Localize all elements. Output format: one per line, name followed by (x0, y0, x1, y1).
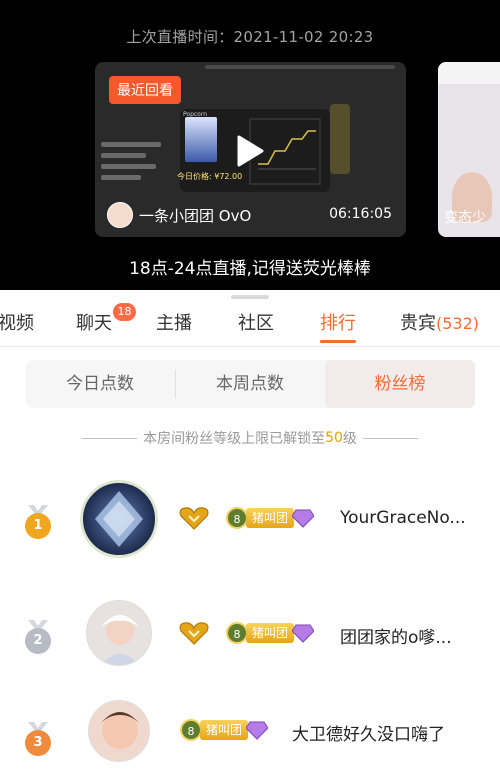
last-live-time: 上次直播时间：2021-11-02 20:23 (126, 28, 374, 46)
vip-count: (532) (436, 314, 480, 333)
active-tab-indicator (320, 340, 356, 343)
rank-number: 3 (25, 730, 51, 756)
fan-level-note: 本房间粉丝等级上限已解锁至 50 级 (0, 428, 500, 448)
tab-bar: 视频 聊天 主播 社区 排行 贵宾(532) (0, 300, 500, 347)
user-avatar[interactable] (80, 480, 158, 558)
stream-sticker (330, 104, 350, 174)
stream-sidebar-text (101, 142, 171, 202)
divider-left (82, 437, 138, 439)
card2-author-name: 变态少 (444, 210, 486, 226)
chat-unread-badge: 18 (113, 303, 136, 321)
ranking-segment: 今日点数 本周点数 粉丝榜 (25, 360, 475, 408)
tab-vip[interactable]: 贵宾(532) (400, 309, 479, 335)
author-avatar (107, 202, 133, 228)
diamond-icon (246, 721, 269, 740)
vip-heart-icon (179, 507, 209, 530)
user-name[interactable]: YourGraceNo... (340, 508, 466, 528)
user-name[interactable]: 大卫德好久没口嗨了 (292, 720, 445, 745)
fan-note-suffix: 级 (342, 431, 357, 447)
rank-row-2[interactable]: 2 8 猪叫团 团团家的o嗲... (0, 590, 500, 680)
segment-fans[interactable]: 粉丝榜 (325, 360, 475, 408)
fan-club-badge: 8 猪叫团 (226, 621, 315, 645)
author-name: 一条小团团 OvO (139, 206, 252, 225)
fan-badge-level: 8 (226, 622, 248, 644)
fan-badge-name: 猪叫团 (200, 720, 249, 740)
tab-community[interactable]: 社区 (238, 309, 274, 335)
fan-note-level: 50 (325, 430, 343, 446)
fan-badge-name: 猪叫团 (246, 623, 295, 643)
recent-replay-badge: 最近回看 (109, 76, 181, 104)
rank-row-3[interactable]: 3 8 猪叫团 大卫德好久没口嗨了 (0, 690, 500, 780)
fan-club-badge: 8 猪叫团 (226, 506, 315, 530)
user-avatar[interactable] (86, 600, 152, 666)
drag-handle[interactable] (231, 295, 269, 299)
fan-badge-level: 8 (226, 507, 248, 529)
replay-card-2[interactable]: 变态少 (438, 62, 500, 237)
play-icon[interactable] (235, 134, 265, 168)
rank-number: 1 (25, 513, 51, 539)
rank-number: 2 (25, 628, 51, 654)
segment-today[interactable]: 今日点数 (25, 360, 175, 408)
user-avatar[interactable] (88, 700, 150, 762)
fan-note-prefix: 本房间粉丝等级上限已解锁至 (143, 431, 326, 447)
tab-anchor[interactable]: 主播 (156, 309, 192, 335)
card-info-bar (205, 65, 395, 69)
tab-chat[interactable]: 聊天 (76, 309, 112, 335)
diamond-icon (292, 509, 315, 528)
rank-row-1[interactable]: 1 8 猪叫团 YourGraceNo... (0, 475, 500, 565)
card-author: 一条小团团 OvO (107, 202, 251, 228)
segment-week[interactable]: 本周点数 (175, 360, 325, 408)
tab-ranking[interactable]: 排行 (320, 309, 356, 335)
replay-section: 上次直播时间：2021-11-02 20:23 Popcorn 今日价格: ¥7… (0, 0, 500, 290)
popcorn-image (185, 117, 217, 162)
rank-medal-3-icon: 3 (24, 722, 52, 758)
user-name[interactable]: 团团家的o嗲... (340, 623, 452, 648)
replay-card[interactable]: Popcorn 今日价格: ¥72.00 最近回看 一条小团团 OvO 06:1… (95, 62, 406, 237)
card2-header (438, 62, 500, 84)
fan-badge-level: 8 (180, 719, 202, 741)
tab-video[interactable]: 视频 (0, 309, 34, 335)
divider-right (362, 437, 418, 439)
rank-medal-1-icon: 1 (24, 505, 52, 541)
stream-notice: 18点-24点直播,记得送荧光棒棒 (129, 259, 371, 279)
stream-price: 今日价格: ¥72.00 (177, 172, 243, 181)
fan-badge-name: 猪叫团 (246, 508, 295, 528)
tab-vip-label: 贵宾 (400, 313, 436, 334)
diamond-icon (292, 624, 315, 643)
vip-heart-icon (179, 622, 209, 645)
rank-medal-2-icon: 2 (24, 620, 52, 656)
video-duration: 06:16:05 (329, 206, 392, 222)
fan-club-badge: 8 猪叫团 (180, 718, 269, 742)
